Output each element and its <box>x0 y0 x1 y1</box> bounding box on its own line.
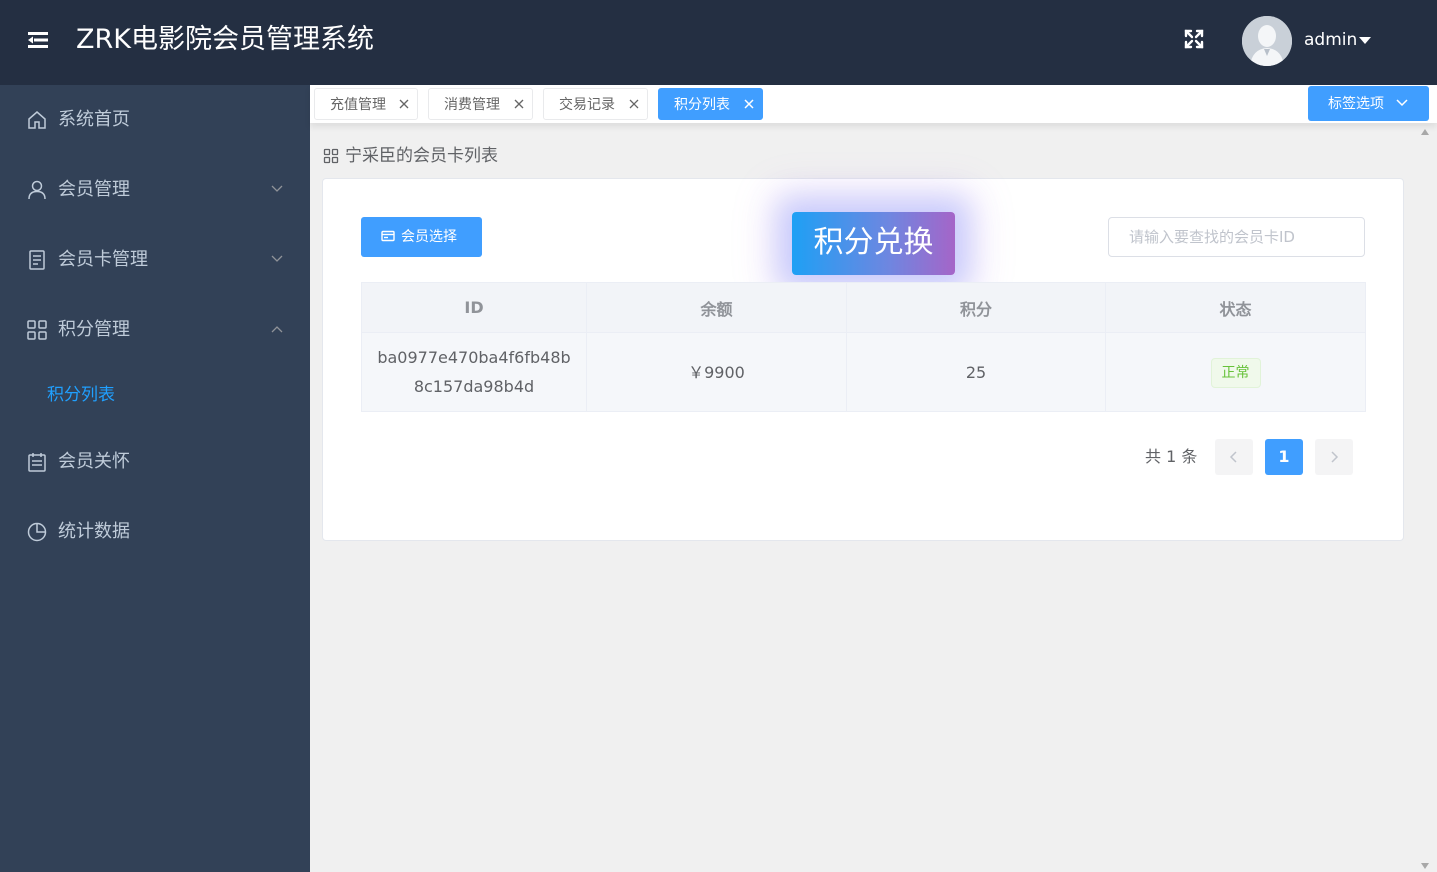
home-icon <box>28 111 46 129</box>
caret-down-icon[interactable] <box>1359 37 1371 44</box>
sidebar-item-cards[interactable]: 会员卡管理 <box>0 232 310 288</box>
cell-status: 正常 <box>1105 332 1366 412</box>
cell-card-id: ba0977e470ba4f6fb48b8c157da98b4d <box>361 332 587 412</box>
member-card-table: ID 余额 积分 状态 ba0977e470ba4f6fb48b8c157da9… <box>361 282 1366 412</box>
prev-page-button[interactable] <box>1215 439 1253 475</box>
sidebar-item-label: 会员关怀 <box>58 451 130 472</box>
avatar[interactable] <box>1242 16 1292 66</box>
tag-label: 交易记录 <box>559 97 615 113</box>
sidebar-item-members[interactable]: 会员管理 <box>0 162 310 218</box>
column-header-status[interactable]: 状态 <box>1105 282 1366 333</box>
sidebar-item-care[interactable]: 会员关怀 <box>0 434 310 490</box>
document-icon <box>29 250 45 270</box>
chevron-down-icon <box>271 185 283 192</box>
card-icon <box>381 230 395 242</box>
chevron-up-icon <box>271 326 283 333</box>
close-icon[interactable] <box>742 97 756 111</box>
sidebar-item-points[interactable]: 积分管理 <box>0 302 310 358</box>
tag-label: 积分列表 <box>674 97 730 113</box>
tags-bar: 充值管理 消费管理 交易记录 积分列表 标签选项 <box>310 85 1437 123</box>
column-header-points[interactable]: 积分 <box>846 282 1106 333</box>
close-icon[interactable] <box>512 97 526 111</box>
member-select-label: 会员选择 <box>401 229 457 245</box>
content-card: 会员选择 积分兑换 ID 余额 积分 状态 ba0977e470ba4f6fb4… <box>322 178 1404 541</box>
cell-balance: ￥9900 <box>586 332 847 412</box>
sidebar-subitem-label: 积分列表 <box>47 385 115 405</box>
table-row[interactable]: ba0977e470ba4f6fb48b8c157da98b4d ￥9900 2… <box>361 332 1366 412</box>
sidebar-item-home[interactable]: 系统首页 <box>0 92 310 148</box>
points-exchange-label: 积分兑换 <box>813 225 934 260</box>
grid-icon <box>323 148 339 164</box>
member-select-button[interactable]: 会员选择 <box>361 217 482 257</box>
cell-points: 25 <box>846 332 1106 412</box>
scroll-down-arrow[interactable] <box>1420 862 1430 870</box>
scroll-up-arrow[interactable] <box>1420 128 1430 136</box>
top-header: ZRK电影院会员管理系统 admin <box>0 0 1437 85</box>
pagination: 共 1 条 1 <box>1145 439 1375 475</box>
chevron-down-icon <box>1396 99 1408 107</box>
sidebar-subitem-points-list[interactable]: 积分列表 <box>0 370 310 420</box>
tag-points-list[interactable]: 积分列表 <box>658 88 763 120</box>
hamburger-icon[interactable] <box>26 28 50 52</box>
table-header-row: ID 余额 积分 状态 <box>361 282 1366 333</box>
chevron-left-icon <box>1229 451 1237 463</box>
column-header-balance[interactable]: 余额 <box>586 282 847 333</box>
column-header-id[interactable]: ID <box>361 282 587 333</box>
page-number-button[interactable]: 1 <box>1265 439 1303 475</box>
next-page-button[interactable] <box>1315 439 1353 475</box>
tags-options-button[interactable]: 标签选项 <box>1308 86 1429 121</box>
tag-label: 消费管理 <box>444 97 500 113</box>
tag-recharge[interactable]: 充值管理 <box>314 88 418 120</box>
tag-consumption[interactable]: 消费管理 <box>428 88 533 120</box>
username[interactable]: admin <box>1304 29 1357 51</box>
tags-options-label: 标签选项 <box>1328 96 1384 112</box>
breadcrumb-text: 宁采臣的会员卡列表 <box>345 146 498 166</box>
user-icon <box>28 180 46 200</box>
app-title: ZRK电影院会员管理系统 <box>76 24 374 55</box>
sidebar-item-label: 积分管理 <box>58 319 130 340</box>
sidebar: 系统首页 会员管理 会员卡管理 积分管理 积分列表 会员关怀 统计数据 <box>0 85 310 872</box>
chevron-right-icon <box>1331 451 1339 463</box>
chevron-down-icon <box>271 255 283 262</box>
fullscreen-icon[interactable] <box>1182 27 1206 51</box>
sidebar-item-label: 会员管理 <box>58 179 130 200</box>
points-exchange-button[interactable]: 积分兑换 <box>792 212 955 275</box>
sidebar-item-label: 统计数据 <box>58 521 130 542</box>
close-icon[interactable] <box>627 97 641 111</box>
sidebar-item-stats[interactable]: 统计数据 <box>0 504 310 560</box>
pagination-total: 共 1 条 <box>1145 447 1198 466</box>
status-badge: 正常 <box>1210 357 1261 388</box>
tag-label: 充值管理 <box>330 97 386 113</box>
grid-icon <box>27 320 47 340</box>
sidebar-item-label: 会员卡管理 <box>58 249 148 270</box>
calendar-icon <box>28 453 46 472</box>
close-icon[interactable] <box>397 97 411 111</box>
sidebar-item-label: 系统首页 <box>58 109 130 130</box>
tag-transactions[interactable]: 交易记录 <box>543 88 648 120</box>
search-input[interactable] <box>1108 217 1365 257</box>
pie-chart-icon <box>27 522 47 542</box>
